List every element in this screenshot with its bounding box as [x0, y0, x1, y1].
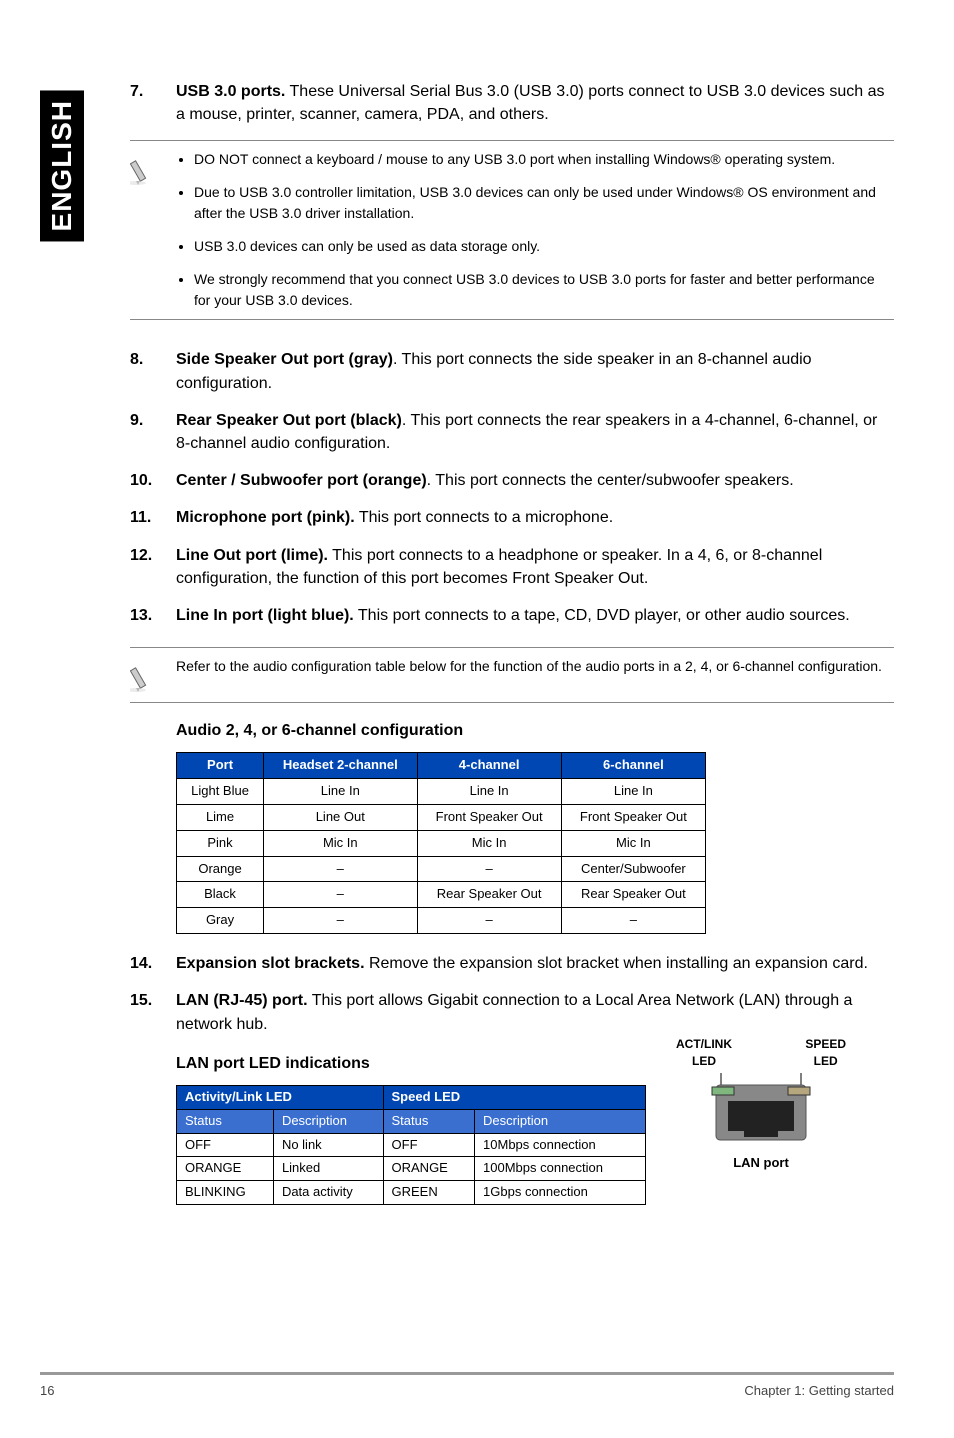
list-item-9: 9. Rear Speaker Out port (black). This p… [130, 409, 894, 455]
table-header: Speed LED [383, 1085, 645, 1109]
page: ENGLISH 7. USB 3.0 ports. These Universa… [0, 0, 954, 1438]
page-number: 16 [40, 1383, 70, 1398]
table-header: Activity/Link LED [177, 1085, 384, 1109]
table-row: OFFNo linkOFF10Mbps connection [177, 1133, 646, 1157]
item-text: This port connects to a microphone. [355, 509, 614, 526]
list-item-12: 12. Line Out port (lime). This port conn… [130, 544, 894, 590]
table-row: Orange––Center/Subwoofer [177, 856, 706, 882]
note-bullet: We strongly recommend that you connect U… [194, 269, 894, 311]
table-subheader: Status [383, 1109, 475, 1133]
table-row: Black–Rear Speaker OutRear Speaker Out [177, 882, 706, 908]
item-title: Center / Subwoofer port (orange) [176, 472, 427, 489]
item-number: 10. [130, 469, 176, 492]
table-header: 4-channel [417, 753, 561, 779]
lan-port-icon [706, 1073, 816, 1148]
item-text: Remove the expansion slot bracket when i… [365, 955, 868, 972]
list-item-14: 14. Expansion slot brackets. Remove the … [130, 952, 894, 975]
note-bullet: USB 3.0 devices can only be used as data… [194, 236, 894, 257]
item-number: 8. [130, 348, 176, 394]
led-label: LED [814, 1054, 838, 1068]
note-text: Refer to the audio configuration table b… [176, 656, 894, 677]
table-row: Gray––– [177, 908, 706, 934]
table-row: ORANGELinkedORANGE100Mbps connection [177, 1157, 646, 1181]
page-footer: 16 Chapter 1: Getting started [40, 1372, 894, 1398]
table-subheader: Description [475, 1109, 646, 1133]
audio-config-table: Port Headset 2-channel 4-channel 6-chann… [176, 752, 706, 934]
table-header: Headset 2-channel [264, 753, 417, 779]
item-number: 14. [130, 952, 176, 975]
lan-port-diagram: ACT/LINK LED SPEED LED [676, 1036, 846, 1173]
list-item-13: 13. Line In port (light blue). This port… [130, 604, 894, 934]
item-text: This port connects to a tape, CD, DVD pl… [354, 607, 850, 624]
table-row: LimeLine OutFront Speaker OutFront Speak… [177, 804, 706, 830]
main-content: 7. USB 3.0 ports. These Universal Serial… [130, 80, 894, 1205]
note-bullet: DO NOT connect a keyboard / mouse to any… [194, 149, 894, 170]
audio-config-heading: Audio 2, 4, or 6-channel configuration [176, 719, 894, 742]
item-title: Rear Speaker Out port (black) [176, 412, 402, 429]
chapter-label: Chapter 1: Getting started [70, 1383, 894, 1398]
item-number: 15. [130, 989, 176, 1205]
table-row: PinkMic InMic InMic In [177, 830, 706, 856]
item-title: Side Speaker Out port (gray) [176, 351, 393, 368]
list-item-10: 10. Center / Subwoofer port (orange). Th… [130, 469, 894, 492]
item-title: Line Out port (lime). [176, 547, 328, 564]
list-item-7: 7. USB 3.0 ports. These Universal Serial… [130, 80, 894, 334]
item-title: Line In port (light blue). [176, 607, 354, 624]
pencil-icon [130, 660, 164, 694]
table-row: Light BlueLine InLine InLine In [177, 779, 706, 805]
note-block: DO NOT connect a keyboard / mouse to any… [130, 140, 894, 320]
item-title: LAN (RJ-45) port. [176, 992, 308, 1009]
item-number: 9. [130, 409, 176, 455]
list-item-8: 8. Side Speaker Out port (gray). This po… [130, 348, 894, 394]
item-title: Expansion slot brackets. [176, 955, 365, 972]
table-subheader: Status [177, 1109, 274, 1133]
lan-port-caption: LAN port [676, 1154, 846, 1173]
item-text: . This port connects the center/subwoofe… [427, 472, 794, 489]
actlink-label: ACT/LINK [676, 1037, 732, 1051]
pencil-icon [130, 153, 164, 187]
list-item-15: 15. LAN (RJ-45) port. This port allows G… [130, 989, 894, 1205]
language-tab: ENGLISH [40, 90, 84, 241]
item-title: USB 3.0 ports. [176, 83, 285, 100]
table-header: Port [177, 753, 264, 779]
led-label: LED [692, 1054, 716, 1068]
table-row: BLINKINGData activityGREEN1Gbps connecti… [177, 1181, 646, 1205]
item-number: 11. [130, 506, 176, 529]
item-title: Microphone port (pink). [176, 509, 355, 526]
note-block: Refer to the audio configuration table b… [130, 647, 894, 703]
table-subheader: Description [273, 1109, 383, 1133]
lan-led-heading: LAN port LED indications [176, 1052, 646, 1075]
lan-led-table: Activity/Link LED Speed LED Status Descr… [176, 1085, 646, 1205]
note-text: DO NOT connect a keyboard / mouse to any… [176, 149, 894, 311]
list-item-11: 11. Microphone port (pink). This port co… [130, 506, 894, 529]
item-number: 12. [130, 544, 176, 590]
table-header: 6-channel [561, 753, 705, 779]
speed-label: SPEED [805, 1037, 846, 1051]
note-bullet: Due to USB 3.0 controller limitation, US… [194, 182, 894, 224]
